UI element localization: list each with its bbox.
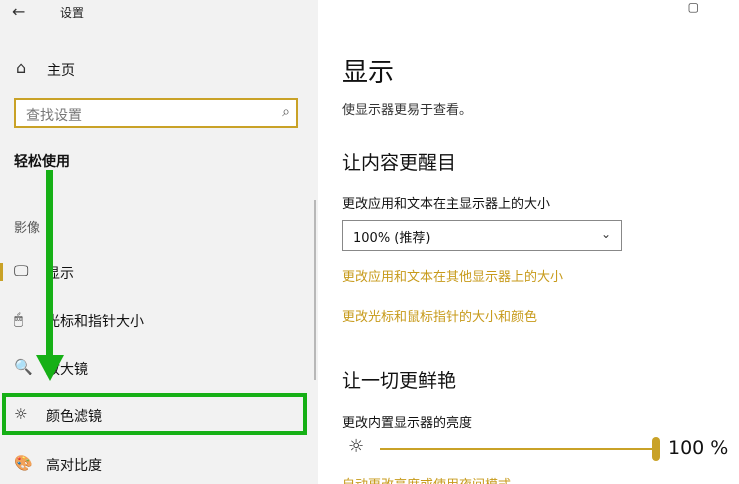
monitor-icon: 🖵 [14,262,29,280]
palette-icon: 🎨 [14,454,33,472]
sidebar: ← 设置 ⌂ 主页 查找设置 ⌕ 轻松使用 影像 🖵 显示 🖱 光标和指针大小 … [0,0,318,484]
maximize-icon[interactable]: ▢ [688,0,699,14]
sidebar-item-high-contrast[interactable]: 🎨 高对比度 [0,444,310,484]
window-title: 设置 [60,6,85,20]
section-heading: 让一切更鲜艳 [342,370,457,392]
cursor-size-link[interactable]: 更改光标和鼠标指针的大小和颜色 [342,306,537,325]
brightness-label: 更改内置显示器的亮度 [342,416,473,431]
home-nav-item[interactable]: ⌂ 主页 [8,56,298,82]
search-input[interactable]: 查找设置 [26,105,82,125]
selection-indicator [0,263,3,281]
back-arrow-icon[interactable]: ← [12,2,36,22]
magnifier-icon: 🔍 [14,358,33,376]
dropdown-value: 100% (推荐) [353,231,431,246]
search-icon[interactable]: ⌕ [282,104,290,120]
brightness-slider-thumb[interactable] [652,437,660,461]
brightness-value: 100 % [668,437,729,459]
main-content: ▢ 显示 使显示器更易于查看。 让内容更醒目 更改应用和文本在主显示器上的大小 … [318,0,739,484]
size-dropdown[interactable]: 100% (推荐) ⌄ [342,220,622,251]
home-icon: ⌂ [16,58,27,77]
category-title: 影像 [14,221,41,236]
brightness-icon: ☼ [348,436,365,457]
annotation-highlight-box [2,393,307,435]
size-label: 更改应用和文本在主显示器上的大小 [342,197,551,212]
annotation-arrow-shaft [46,170,53,360]
search-box[interactable]: 查找设置 ⌕ [14,98,298,128]
pointer-icon: 🖱 [14,310,24,328]
section-heading: 让内容更醒目 [342,152,457,174]
sidebar-item-label: 光标和指针大小 [46,314,144,330]
sidebar-item-label: 高对比度 [46,458,102,474]
night-mode-link[interactable]: 自动更改亮度或使用夜间模式 [342,474,511,484]
page-title: 显示 [342,58,395,88]
annotation-arrow-head [36,355,64,381]
other-display-size-link[interactable]: 更改应用和文本在其他显示器上的大小 [342,266,563,285]
page-subtitle: 使显示器更易于查看。 [342,103,473,118]
home-label: 主页 [47,63,75,79]
brightness-slider-track[interactable] [380,448,654,450]
section-title: 轻松使用 [14,154,70,170]
chevron-down-icon: ⌄ [600,227,611,241]
sidebar-scrollbar[interactable] [314,200,316,380]
